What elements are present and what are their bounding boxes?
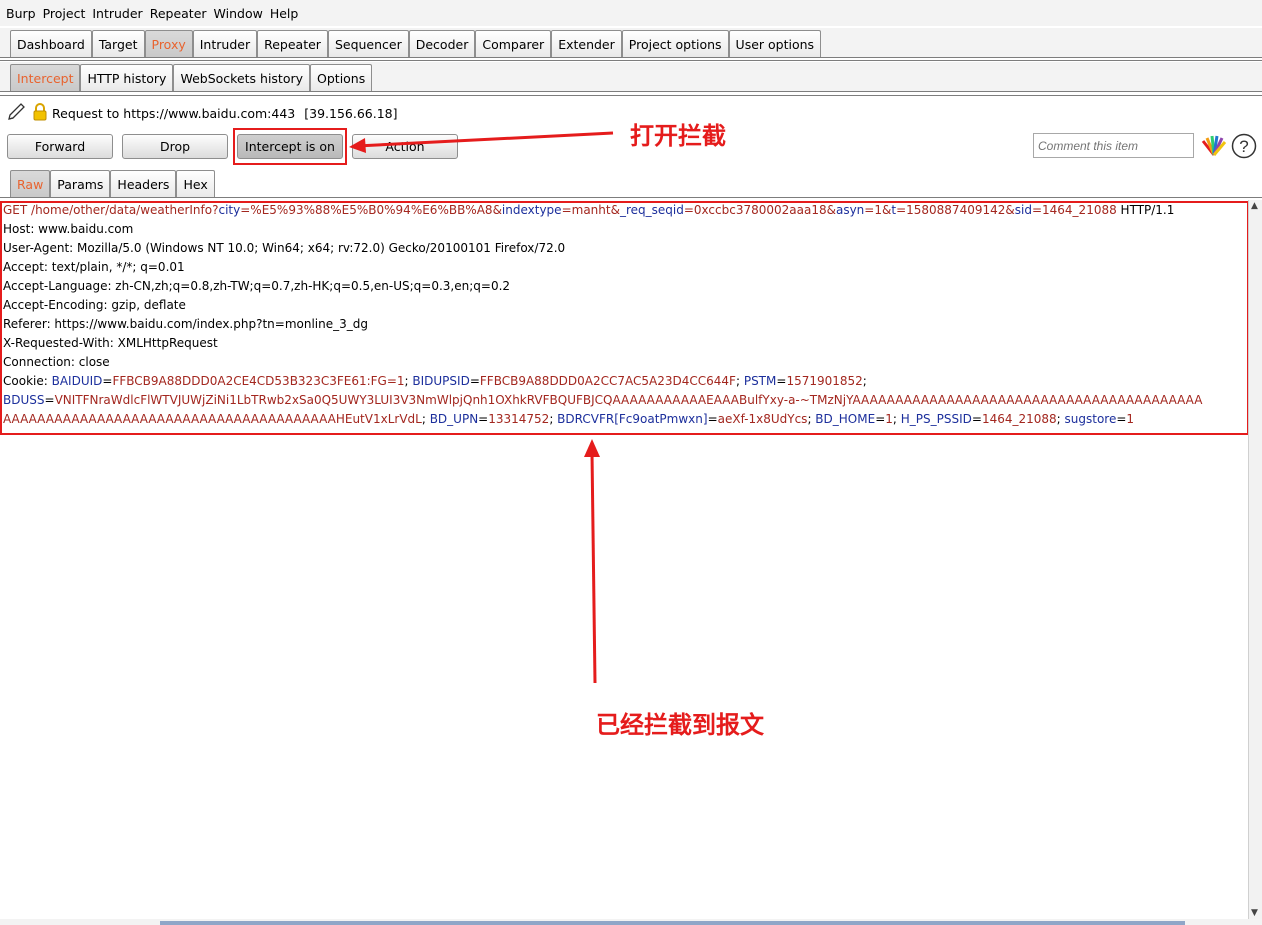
request-info: Request to https://www.baidu.com:443 [39… [6, 102, 398, 124]
tab-extender[interactable]: Extender [551, 30, 622, 57]
viewtab-headers[interactable]: Headers [110, 170, 177, 197]
tab-intruder[interactable]: Intruder [192, 30, 258, 57]
subtab-http-history[interactable]: HTTP history [80, 64, 174, 91]
highlight-color-icon[interactable] [1201, 133, 1227, 160]
main-tab-bar: Dashboard Target Proxy Intruder Repeater Sequ… [0, 28, 1262, 58]
svg-text:?: ? [1239, 137, 1248, 156]
drop-button[interactable]: Drop [122, 134, 228, 159]
menu-item-project[interactable]: Project [43, 6, 86, 21]
pencil-icon[interactable] [6, 102, 28, 125]
help-icon[interactable]: ? [1231, 133, 1257, 162]
forward-button[interactable]: Forward [7, 134, 113, 159]
proxy-sub-tab-bar: Intercept HTTP history WebSockets history O… [0, 62, 1262, 92]
menu-item-intruder[interactable]: Intruder [92, 6, 142, 21]
menu-item-window[interactable]: Window [214, 6, 263, 21]
lock-icon [32, 102, 48, 125]
scroll-down-icon[interactable]: ▼ [1251, 908, 1258, 918]
annotation-open-intercept: 打开拦截 [630, 122, 726, 150]
request-ip: [39.156.66.18] [304, 105, 398, 121]
viewtab-raw[interactable]: Raw [10, 170, 51, 197]
intercept-highlight-box [233, 128, 347, 165]
comment-input[interactable] [1033, 133, 1194, 158]
menu-item-help[interactable]: Help [270, 6, 299, 21]
subtab-intercept[interactable]: Intercept [10, 64, 81, 91]
vertical-scrollbar[interactable]: ▲ ▼ [1248, 200, 1262, 919]
divider [0, 95, 1262, 96]
menu-item-repeater[interactable]: Repeater [150, 6, 207, 21]
tab-repeater[interactable]: Repeater [257, 30, 328, 57]
tab-project-options[interactable]: Project options [621, 30, 729, 57]
subtab-websockets-history[interactable]: WebSockets history [173, 64, 311, 91]
bottom-panel [0, 919, 1262, 925]
request-target: Request to https://www.baidu.com:443 [52, 105, 296, 121]
viewtab-params[interactable]: Params [50, 170, 111, 197]
tab-decoder[interactable]: Decoder [408, 30, 476, 57]
annotation-intercepted: 已经拦截到报文 [596, 711, 764, 739]
tab-proxy[interactable]: Proxy [144, 30, 193, 57]
menu-bar: Burp Project Intruder Repeater Window Help [0, 0, 1262, 26]
tab-sequencer[interactable]: Sequencer [327, 30, 409, 57]
subtab-options[interactable]: Options [310, 64, 373, 91]
tab-dashboard[interactable]: Dashboard [10, 30, 92, 57]
viewtab-hex[interactable]: Hex [176, 170, 215, 197]
tab-user-options[interactable]: User options [728, 30, 822, 57]
scroll-up-icon[interactable]: ▲ [1251, 201, 1258, 211]
request-highlight-box [0, 201, 1249, 435]
divider [0, 60, 1262, 61]
message-view-tab-bar: Raw Params Headers Hex [0, 170, 1262, 198]
annotation-arrow-icon [584, 439, 600, 684]
tab-comparer[interactable]: Comparer [475, 30, 552, 57]
menu-item-burp[interactable]: Burp [6, 6, 36, 21]
annotation-arrow-icon [349, 131, 614, 153]
bottom-search-bar[interactable] [160, 921, 1185, 925]
tab-target[interactable]: Target [91, 30, 145, 57]
